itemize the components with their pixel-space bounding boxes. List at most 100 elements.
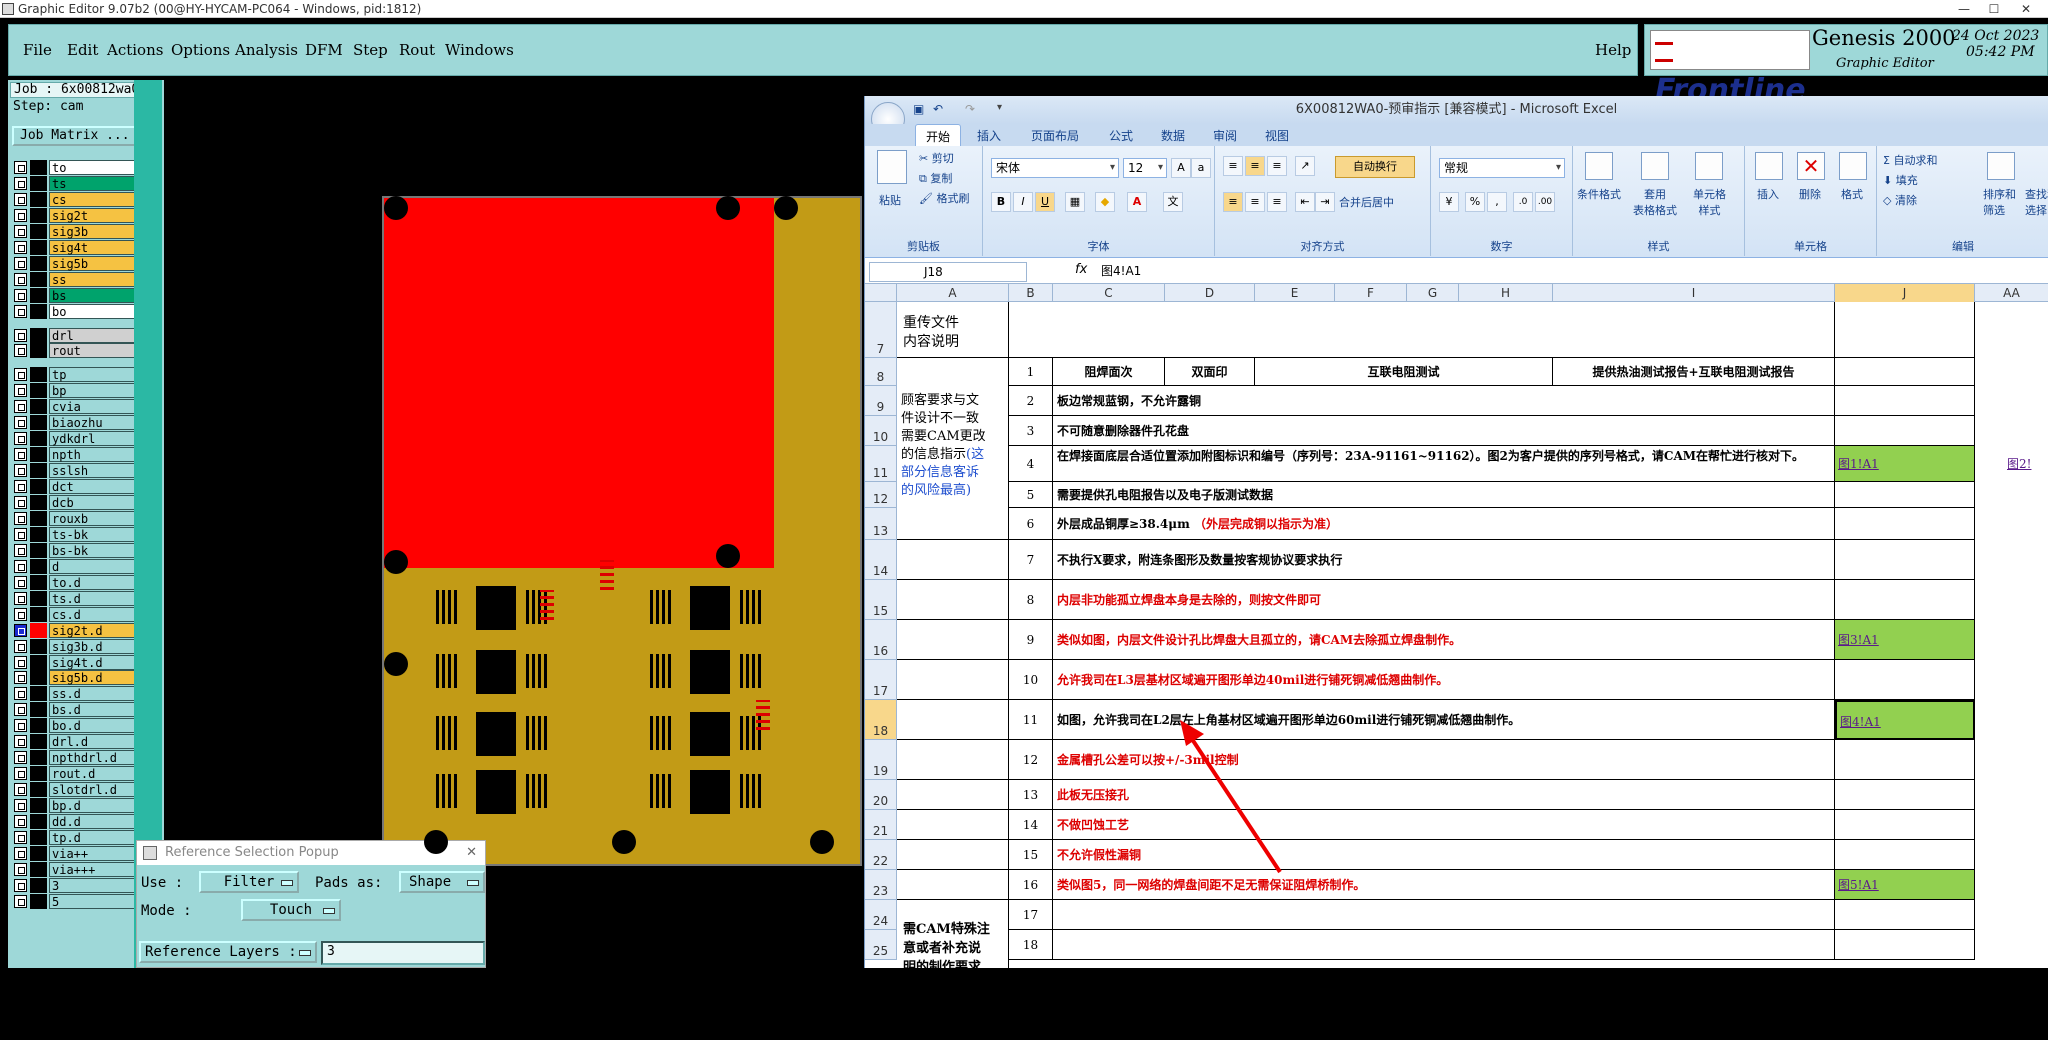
layer-checkbox[interactable] [14,448,27,462]
layer-checkbox[interactable] [14,815,27,828]
cell-A8[interactable]: 顾客要求与文 件设计不一致 需要CAM更改 的信息指示(这 部分信息客诉 的风险… [897,358,1009,540]
layer-row-d[interactable]: d [12,558,143,574]
layer-checkbox[interactable] [14,719,27,733]
cell-J20[interactable] [1835,780,1975,810]
number-format-select[interactable]: 常规 [1439,158,1565,178]
cell-C20[interactable]: 此板无压接孔 [1053,780,1835,810]
cell-C11[interactable]: 在焊接面底层合适位置添加附图标识和编号（序列号：23A-91161~91162）… [1053,446,1835,482]
cell-C10[interactable]: 不可随意删除器件孔花盘 [1053,416,1835,446]
layer-row-bo.d[interactable]: bo.d [12,718,143,734]
layer-checkbox[interactable] [14,607,27,621]
layer-row-sig2t.d[interactable]: sig2t.d [12,622,143,638]
layer-name[interactable]: sig3b [49,223,143,239]
cell-A17[interactable] [897,660,1009,700]
row-header-22[interactable]: 22 [865,840,897,870]
layer-color-swatch[interactable] [30,510,47,526]
popup-close-icon[interactable]: ✕ [466,841,477,865]
cell-B9[interactable]: 2 [1009,386,1053,416]
cell-C8[interactable]: 阻焊面次 [1053,358,1165,386]
paste-icon[interactable] [877,150,907,184]
layer-color-swatch[interactable] [30,686,47,702]
layer-checkbox[interactable] [14,432,27,446]
layer-name[interactable]: drl.d [49,734,143,750]
align-center-icon[interactable]: ≡ [1245,192,1265,212]
cell-B22[interactable]: 15 [1009,840,1053,870]
layer-row-sig3b.d[interactable]: sig3b.d [12,638,143,654]
layer-checkbox[interactable] [14,344,27,358]
reference-layers-button[interactable]: Reference Layers : [139,941,317,963]
insert-cells-icon[interactable] [1755,152,1783,180]
cell-C24[interactable] [1053,900,1835,930]
layer-color-swatch[interactable] [30,829,47,845]
row-header-19[interactable]: 19 [865,740,897,780]
layer-row-biaozhu[interactable]: biaozhu [12,415,143,431]
layer-name[interactable]: slotdrl.d [49,782,143,798]
align-bottom-icon[interactable]: ≡ [1267,156,1287,176]
format-cells-button[interactable]: 格式 [1841,186,1863,202]
cell-C12[interactable]: 需要提供孔电阻报告以及电子版测试数据 [1053,482,1835,508]
layer-name[interactable]: via++ [49,845,143,861]
column-header-A[interactable]: A [897,284,1009,302]
menu-edit[interactable]: Edit [67,41,98,59]
layer-color-swatch[interactable] [30,750,47,766]
layer-name[interactable]: sslsh [49,463,143,479]
orientation-icon[interactable]: ↗ [1295,156,1315,176]
cell-A18[interactable] [897,700,1009,740]
layer-checkbox[interactable] [14,703,27,717]
layer-row-slotdrl.d[interactable]: slotdrl.d [12,782,143,798]
layer-row-bp[interactable]: bp [12,383,143,399]
layer-checkbox[interactable] [14,192,27,206]
formula-input[interactable]: 图4!A1 [1101,262,1141,280]
layer-checkbox[interactable] [14,224,27,238]
cell-A14[interactable] [897,540,1009,580]
layer-color-swatch[interactable] [30,893,47,909]
cell-C23[interactable]: 类似图5，同一网络的焊盘间距不足无需保证阻焊桥制作。 [1053,870,1835,900]
layer-row-3[interactable]: 3 [12,877,143,893]
row-header-11[interactable]: 11 [865,446,897,482]
layer-name[interactable]: 5 [49,893,143,909]
layer-color-swatch[interactable] [30,255,47,271]
layer-color-swatch[interactable] [30,207,47,223]
layer-color-swatch[interactable] [30,479,47,495]
cell-J11[interactable]: 图1!A1 [1835,446,1975,482]
layer-checkbox[interactable] [14,543,27,557]
layer-name[interactable]: rouxb [49,510,143,526]
layer-color-swatch[interactable] [30,638,47,654]
column-header-J[interactable]: J [1835,284,1975,302]
layer-checkbox[interactable] [14,591,27,605]
layer-name[interactable]: sig2t [49,207,143,223]
layer-color-swatch[interactable] [30,877,47,893]
tab-insert[interactable]: 插入 [977,127,1001,144]
layer-color-swatch[interactable] [30,415,47,431]
row-header-17[interactable]: 17 [865,660,897,700]
align-left-icon[interactable]: ≡ [1223,192,1243,212]
layer-row-via+++[interactable]: via+++ [12,861,143,877]
mode-option-menu[interactable]: Touch [241,899,341,921]
layer-name[interactable]: ts [49,175,143,191]
layer-row-to.d[interactable]: to.d [12,574,143,590]
layer-color-swatch[interactable] [30,845,47,861]
cell-styles-button[interactable]: 单元格 样式 [1693,186,1726,218]
insert-function-icon[interactable]: fx [1075,262,1087,277]
layer-row-npthdrl.d[interactable]: npthdrl.d [12,750,143,766]
layer-checkbox[interactable] [14,846,27,860]
layer-row-dd.d[interactable]: dd.d [12,814,143,829]
cell-C14[interactable]: 不执行X要求，附连条图形及数量按客规协议要求执行 [1053,540,1835,580]
layer-name[interactable]: tp [49,367,143,383]
align-right-icon[interactable]: ≡ [1267,192,1287,212]
merge-center-button[interactable]: 合并后居中 [1339,194,1394,210]
layer-row-drl.d[interactable]: drl.d [12,734,143,750]
save-icon[interactable]: ▣ [913,102,924,116]
layer-color-swatch[interactable] [30,766,47,782]
layer-name[interactable]: bo.d [49,718,143,734]
layer-row-ts.d[interactable]: ts.d [12,590,143,606]
cell-B17[interactable]: 10 [1009,660,1053,700]
layer-name[interactable]: npthdrl.d [49,750,143,766]
column-header-F[interactable]: F [1335,284,1407,302]
cell-B23[interactable]: 16 [1009,870,1053,900]
tab-view[interactable]: 视图 [1265,127,1289,144]
cell-A15[interactable] [897,580,1009,620]
row-header-10[interactable]: 10 [865,416,897,446]
grow-font-icon[interactable]: A [1171,158,1191,178]
comma-button[interactable]: , [1487,192,1507,212]
